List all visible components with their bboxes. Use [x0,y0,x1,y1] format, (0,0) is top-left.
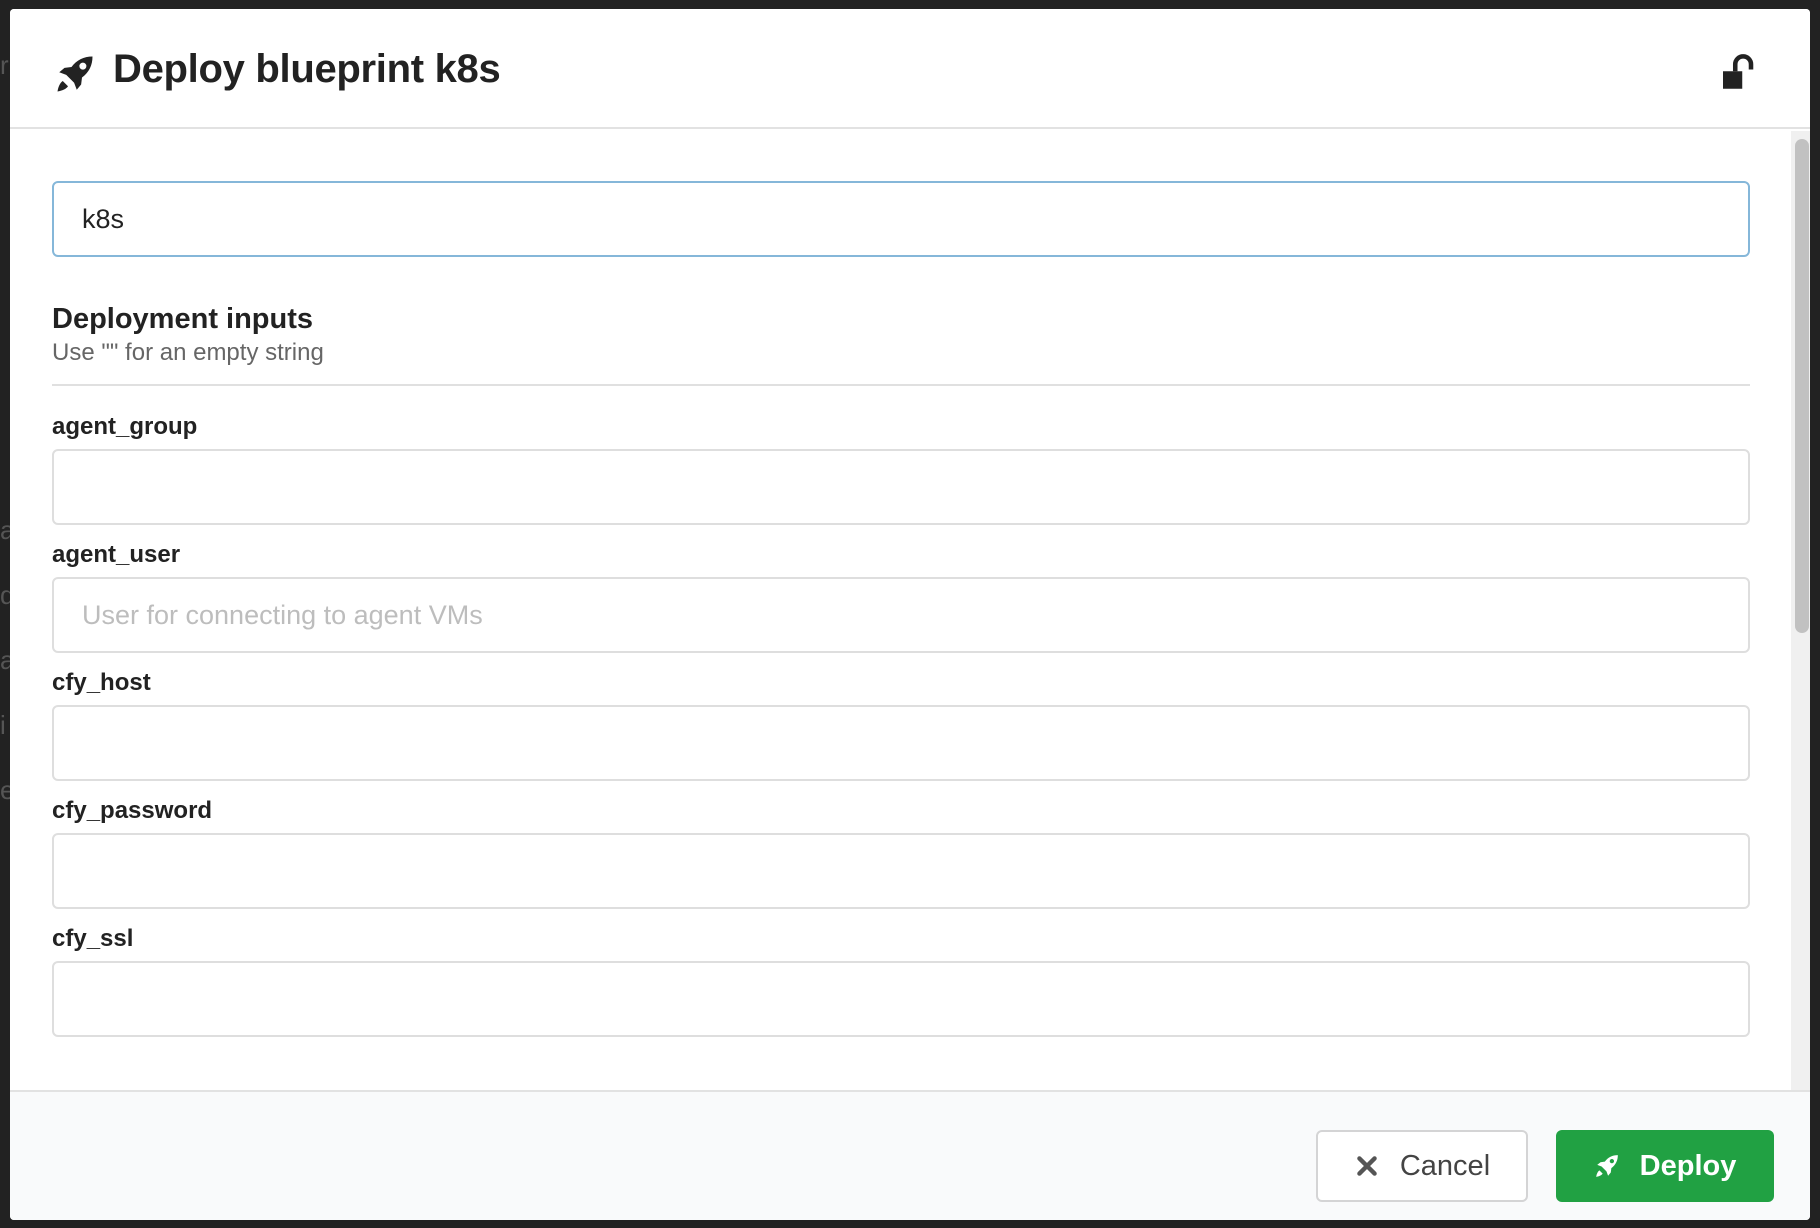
rocket-icon [57,56,93,92]
background-text: r [0,50,9,80]
modal-footer: Cancel Deploy [10,1090,1810,1220]
field-label-agent-group: agent_group [52,413,198,440]
deploy-button[interactable]: Deploy [1556,1130,1774,1202]
cfy-ssl-input[interactable] [52,961,1750,1037]
deploy-button-label: Deploy [1639,1149,1737,1182]
unlock-icon[interactable] [1716,51,1758,95]
cancel-button[interactable]: Cancel [1316,1130,1528,1202]
cfy-host-input[interactable] [52,705,1750,781]
cancel-button-label: Cancel [1399,1149,1491,1182]
agent-user-input[interactable] [52,577,1750,653]
cfy-password-input[interactable] [52,833,1750,909]
modal-content: Deployment inputs Use "" for an empty st… [10,131,1810,1100]
modal-title: Deploy blueprint k8s [113,47,501,91]
field-label-cfy-ssl: cfy_ssl [52,925,134,952]
scrollbar-thumb[interactable] [1795,139,1809,633]
deploy-blueprint-modal: Deploy blueprint k8s Deployment inputs U… [10,9,1810,1220]
field-label-agent-user: agent_user [52,541,181,568]
divider [52,384,1750,386]
field-label-cfy-password: cfy_password [52,797,213,824]
deployment-name-input[interactable] [52,181,1750,257]
deployment-inputs-hint: Use "" for an empty string [52,339,324,366]
close-icon [1357,1156,1377,1176]
rocket-icon [1595,1155,1618,1177]
field-label-cfy-host: cfy_host [52,669,151,696]
agent-group-input[interactable] [52,449,1750,525]
modal-header: Deploy blueprint k8s [10,9,1810,129]
deployment-inputs-heading: Deployment inputs [52,303,314,335]
background-text: i [0,710,6,740]
